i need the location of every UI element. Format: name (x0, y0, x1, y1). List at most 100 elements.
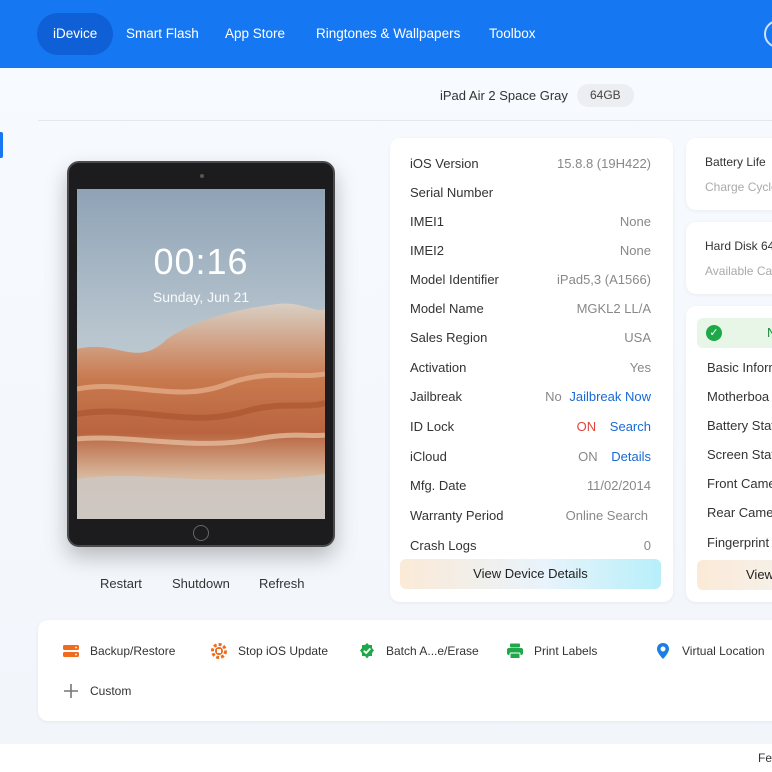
capacity-badge: 64GB (577, 84, 634, 107)
info-row-sales-region: Sales Region USA (410, 327, 651, 349)
top-nav-bar: iDevice Smart Flash App Store Ringtones … (0, 0, 772, 68)
info-label: iOS Version (410, 156, 479, 171)
device-image: 00:16 Sunday, Jun 21 (67, 161, 335, 547)
info-row-model-name: Model Name MGKL2 LL/A (410, 298, 651, 320)
hard-disk-card[interactable]: Hard Disk 64 Available Cap (686, 222, 772, 294)
quick-tools-card: Backup/Restore Stop iOS Update Batch A..… (38, 620, 772, 721)
user-account-icon[interactable] (764, 20, 772, 48)
check-item-battery-status: Battery Stat (707, 418, 772, 433)
gear-stop-icon (211, 643, 227, 659)
info-row-jailbreak: Jailbreak No Jailbreak Now (410, 386, 651, 408)
info-label: Model Name (410, 301, 484, 316)
info-value-group: No Jailbreak Now (545, 386, 651, 408)
info-row-crash-logs: Crash Logs 0 (410, 535, 651, 557)
info-label: Crash Logs (410, 538, 477, 553)
shutdown-button[interactable]: Shutdown (172, 576, 230, 591)
info-value: None (619, 243, 651, 258)
tool-label: Print Labels (534, 644, 598, 658)
front-camera-dot (200, 174, 204, 178)
info-label: Sales Region (410, 330, 488, 345)
info-value: 0 (643, 538, 651, 553)
info-value: 15.8.8 (19H422) (557, 156, 651, 171)
lock-screen-date: Sunday, Jun 21 (152, 289, 250, 305)
id-lock-status: ON (576, 419, 597, 434)
hard-disk-label: Hard Disk 64 (705, 239, 772, 253)
info-row-icloud: iCloud ON Details (410, 446, 651, 468)
info-row-mfg-date: Mfg. Date 11/02/2014 (410, 475, 651, 497)
location-pin-icon (657, 643, 669, 659)
info-label: Warranty Period (410, 508, 504, 523)
charge-cycle-label: Charge Cycle (705, 180, 772, 194)
icloud-details-link[interactable]: Details (611, 449, 651, 464)
backup-icon (63, 645, 79, 657)
available-capacity-label: Available Cap (705, 264, 772, 278)
info-value: USA (624, 330, 651, 345)
check-item-front-camera: Front Came (707, 476, 772, 491)
info-label: IMEI1 (410, 214, 444, 229)
status-footer: Fe (0, 744, 772, 772)
nav-tab-smart-flash[interactable]: Smart Flash (110, 13, 215, 55)
info-label: iCloud (410, 449, 447, 464)
device-info-card: iOS Version 15.8.8 (19H422) Serial Numbe… (390, 138, 673, 602)
home-button (193, 525, 209, 541)
verification-status-text: N (767, 325, 772, 340)
lock-screen: 00:16 Sunday, Jun 21 (77, 189, 325, 519)
device-name: iPad Air 2 Space Gray (440, 88, 568, 103)
check-item-rear-camera: Rear Came (707, 505, 772, 520)
view-device-details-button[interactable]: View Device Details (400, 559, 661, 589)
footer-text[interactable]: Fe (758, 751, 772, 765)
warranty-online-search-link[interactable]: Online Search (566, 505, 648, 527)
check-item-screen-status: Screen Stat (707, 447, 772, 462)
info-value: iPad5,3 (A1566) (557, 272, 651, 287)
plus-icon (64, 684, 78, 698)
tool-label: Stop iOS Update (238, 644, 329, 658)
info-label: ID Lock (410, 419, 455, 434)
info-label: Serial Number (410, 185, 494, 200)
info-row-activation: Activation Yes (410, 357, 651, 379)
info-value: 11/02/2014 (586, 478, 651, 493)
info-label: Jailbreak (410, 389, 463, 404)
header-divider (38, 120, 772, 121)
info-row-warranty-period: Warranty Period Online Search (410, 505, 651, 527)
jailbreak-status: No (545, 389, 562, 404)
tool-label: Custom (90, 684, 132, 698)
icloud-status: ON (578, 449, 598, 464)
sidebar-accent-marker (0, 132, 3, 158)
check-item-motherboard: Motherboa (707, 389, 770, 404)
verification-report-card: ✓ N Basic Inform Motherboa Battery Stat … (686, 306, 772, 602)
nav-tab-ringtones-wallpapers[interactable]: Ringtones & Wallpapers (300, 13, 476, 55)
info-label: Activation (410, 360, 467, 375)
info-value: MGKL2 LL/A (576, 301, 651, 316)
check-circle-icon: ✓ (706, 325, 722, 341)
nav-tab-idevice[interactable]: iDevice (37, 13, 114, 55)
tool-label: Backup/Restore (90, 644, 176, 658)
tool-label: Virtual Location (682, 644, 765, 658)
info-row-imei2: IMEI2 None (410, 240, 651, 262)
battery-life-label: Battery Life (705, 155, 766, 169)
info-label: Model Identifier (410, 272, 499, 287)
printer-icon (507, 643, 523, 659)
check-item-basic-info: Basic Inform (707, 360, 772, 375)
info-row-ios-version: iOS Version 15.8.8 (19H422) (410, 153, 651, 175)
lock-screen-time: 00:16 (153, 241, 249, 282)
tool-label: Batch A...e/Erase (386, 644, 479, 658)
check-item-fingerprint: Fingerprint (707, 535, 770, 550)
id-lock-search-link[interactable]: Search (610, 419, 651, 434)
refresh-button[interactable]: Refresh (259, 576, 305, 591)
wallpaper-image (77, 189, 325, 519)
batch-check-icon (360, 643, 374, 659)
info-row-id-lock: ID Lock ON Search (410, 416, 651, 438)
info-value: Yes (629, 360, 651, 375)
verification-status-banner: ✓ N (697, 318, 772, 348)
info-value-group: ON Search (577, 416, 651, 438)
info-row-imei1: IMEI1 None (410, 211, 651, 233)
jailbreak-now-link[interactable]: Jailbreak Now (569, 389, 651, 404)
info-label: Mfg. Date (410, 478, 467, 493)
view-verification-report-button[interactable]: View (697, 560, 772, 590)
info-value: None (619, 214, 651, 229)
restart-button[interactable]: Restart (100, 576, 142, 591)
nav-tab-toolbox[interactable]: Toolbox (473, 13, 552, 55)
info-row-model-identifier: Model Identifier iPad5,3 (A1566) (410, 269, 651, 291)
nav-tab-app-store[interactable]: App Store (209, 13, 301, 55)
battery-card[interactable]: Battery Life Charge Cycle (686, 138, 772, 210)
